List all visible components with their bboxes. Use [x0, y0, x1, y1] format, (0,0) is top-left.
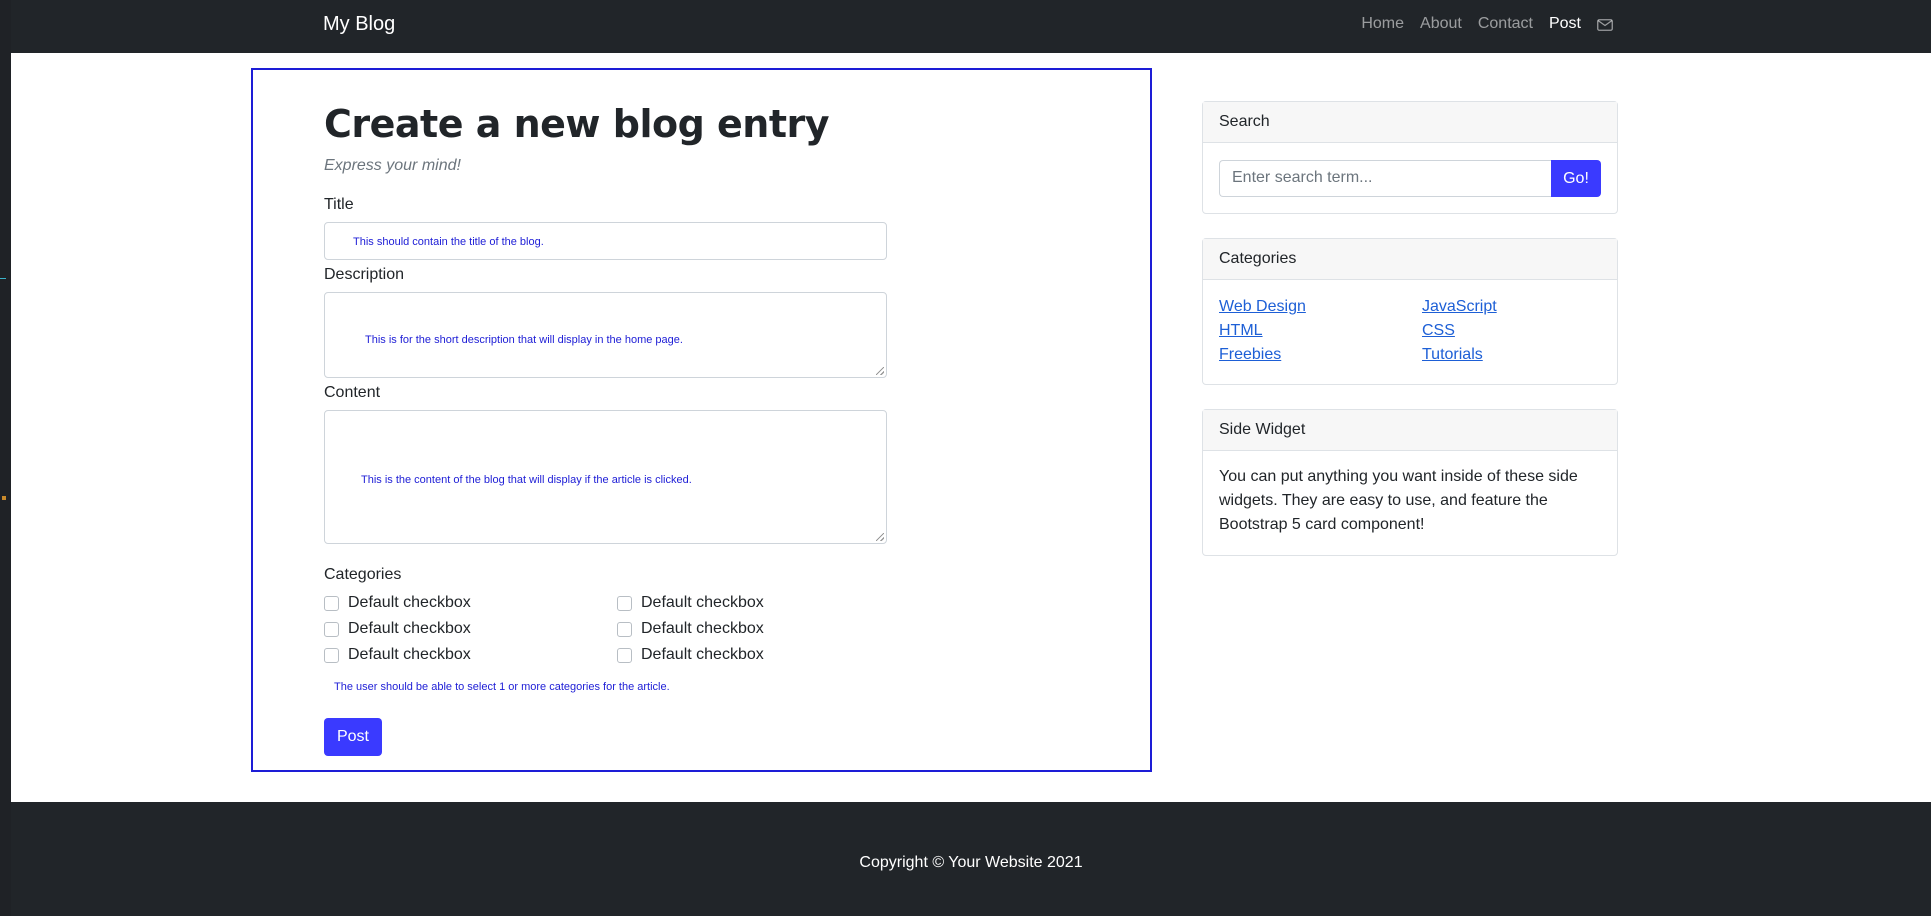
- page-title: Create a new blog entry: [324, 102, 830, 146]
- checkbox-label: Default checkbox: [348, 620, 471, 637]
- search-row: Enter search term... Go!: [1219, 160, 1601, 197]
- description-label: Description: [324, 266, 405, 283]
- left-edge-strip: [0, 0, 11, 916]
- category-checkbox[interactable]: Default checkbox: [617, 620, 764, 638]
- checkbox[interactable]: [324, 621, 339, 637]
- new-entry-form: Create a new blog entry Express your min…: [251, 68, 1152, 772]
- category-checkbox[interactable]: Default checkbox: [617, 594, 764, 612]
- category-checkbox[interactable]: Default checkbox: [324, 620, 471, 638]
- checkbox-label: Default checkbox: [641, 620, 764, 637]
- envelope-icon[interactable]: [1597, 18, 1613, 31]
- post-button[interactable]: Post: [324, 718, 382, 756]
- title-hint: This should contain the title of the blo…: [353, 236, 544, 248]
- category-checkbox[interactable]: Default checkbox: [324, 646, 471, 664]
- page-subtitle: Express your mind!: [324, 157, 461, 174]
- nav-link-home[interactable]: Home: [1361, 15, 1404, 33]
- navbar: My Blog Home About Contact Post: [11, 0, 1931, 53]
- copyright-text: Copyright © Your Website 2021: [859, 854, 1083, 871]
- nav-link-contact[interactable]: Contact: [1478, 15, 1533, 33]
- category-link-css[interactable]: CSS: [1422, 322, 1455, 340]
- checkbox[interactable]: [324, 647, 339, 663]
- search-go-button[interactable]: Go!: [1551, 160, 1601, 197]
- brand-link[interactable]: My Blog: [323, 13, 395, 36]
- categories-card: Categories Web Design JavaScript HTML CS…: [1202, 238, 1618, 385]
- category-link-javascript[interactable]: JavaScript: [1422, 298, 1497, 316]
- category-link-freebies[interactable]: Freebies: [1219, 346, 1281, 364]
- categories-hint: The user should be able to select 1 or m…: [334, 681, 670, 693]
- footer: Copyright © Your Website 2021: [11, 802, 1931, 916]
- categories-card-header: Categories: [1203, 239, 1617, 280]
- nav-links: Home About Contact Post: [1345, 15, 1613, 33]
- search-card: Search Enter search term... Go!: [1202, 101, 1618, 214]
- category-link-web-design[interactable]: Web Design: [1219, 298, 1306, 316]
- page: My Blog Home About Contact Post Create a…: [11, 0, 1931, 916]
- checkbox[interactable]: [617, 595, 632, 611]
- description-hint: This is for the short description that w…: [365, 334, 683, 346]
- title-input[interactable]: This should contain the title of the blo…: [324, 222, 887, 260]
- category-link-html[interactable]: HTML: [1219, 322, 1263, 340]
- checkbox[interactable]: [617, 647, 632, 663]
- checkbox-label: Default checkbox: [641, 646, 764, 663]
- category-checkbox[interactable]: Default checkbox: [324, 594, 471, 612]
- resize-grip-icon[interactable]: [876, 367, 884, 375]
- title-label: Title: [324, 196, 354, 213]
- content-hint: This is the content of the blog that wil…: [361, 474, 692, 486]
- categories-label: Categories: [324, 566, 402, 583]
- side-widget-header: Side Widget: [1203, 410, 1617, 451]
- checkbox-label: Default checkbox: [641, 594, 764, 611]
- resize-grip-icon[interactable]: [876, 533, 884, 541]
- category-link-tutorials[interactable]: Tutorials: [1422, 346, 1483, 364]
- checkbox-label: Default checkbox: [348, 646, 471, 663]
- edge-mark: [2, 496, 6, 500]
- nav-link-post[interactable]: Post: [1549, 15, 1581, 33]
- side-widget-card: Side Widget You can put anything you wan…: [1202, 409, 1618, 556]
- checkbox[interactable]: [324, 595, 339, 611]
- checkbox-label: Default checkbox: [348, 594, 471, 611]
- content-label: Content: [324, 384, 381, 401]
- search-input[interactable]: Enter search term...: [1219, 160, 1551, 197]
- nav-link-about[interactable]: About: [1420, 15, 1462, 33]
- category-checkbox[interactable]: Default checkbox: [617, 646, 764, 664]
- side-widget-text: You can put anything you want inside of …: [1219, 468, 1578, 533]
- edge-mark: [0, 278, 6, 279]
- checkbox[interactable]: [617, 621, 632, 637]
- description-textarea[interactable]: This is for the short description that w…: [324, 292, 887, 378]
- content-textarea[interactable]: This is the content of the blog that wil…: [324, 410, 887, 544]
- search-card-header: Search: [1203, 102, 1617, 143]
